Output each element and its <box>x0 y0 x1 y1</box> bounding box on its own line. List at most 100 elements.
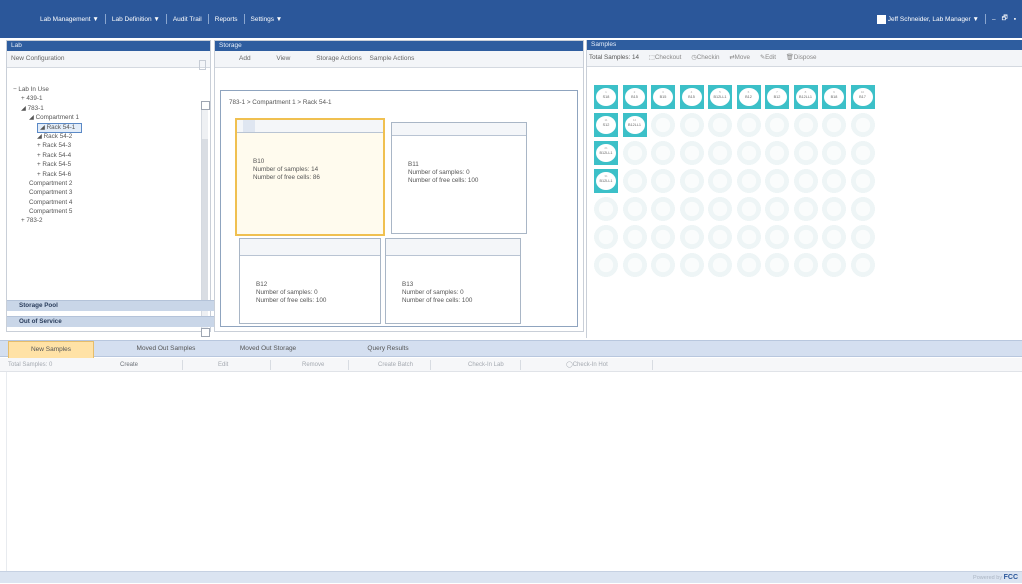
sample-cell-empty[interactable] <box>708 197 732 221</box>
sample-cell-filled[interactable]: 7 B12 <box>765 85 789 109</box>
sample-cell-empty[interactable] <box>793 113 818 137</box>
sample-cell-filled[interactable]: 12 B12LL1 <box>622 113 647 137</box>
menu-reports[interactable]: Reports <box>215 16 238 23</box>
sample-cell-empty[interactable] <box>708 113 732 137</box>
sample-cell-empty[interactable] <box>736 253 761 277</box>
sample-cell-empty[interactable] <box>765 141 789 165</box>
tree-node[interactable]: − Lab In Use <box>9 85 199 94</box>
sample-cell-empty[interactable] <box>622 141 647 165</box>
tab-moved-out-storage[interactable]: Moved Out Storage <box>220 341 316 357</box>
menu-settings[interactable]: Settings ▼ <box>251 16 283 23</box>
tree-node[interactable]: + Rack 54-3 <box>9 141 199 150</box>
sample-cell-empty[interactable] <box>822 113 846 137</box>
sample-cell-empty[interactable] <box>765 169 789 193</box>
tab-new-samples[interactable]: New Samples <box>8 341 94 359</box>
create-button[interactable]: Create <box>120 358 138 372</box>
dispose-button[interactable]: 🗑Dispose <box>786 54 817 61</box>
sample-cell-empty[interactable] <box>708 141 732 165</box>
sample-cell-filled[interactable]: 5 B12LL1 <box>708 85 732 109</box>
sample-cell-empty[interactable] <box>850 197 875 221</box>
sample-cell-empty[interactable] <box>822 197 846 221</box>
sample-cell-empty[interactable] <box>708 169 732 193</box>
sample-cell-empty[interactable] <box>822 169 846 193</box>
menu-lab-management[interactable]: Lab Management ▼ <box>40 16 99 23</box>
menu-lab-definition[interactable]: Lab Definition ▼ <box>112 16 160 23</box>
tab-moved-out-samples[interactable]: Moved Out Samples <box>118 341 214 357</box>
tree-node[interactable]: Compartment 3 <box>9 188 199 197</box>
remove-button[interactable]: Remove <box>302 358 324 372</box>
tree-node[interactable]: Compartment 2 <box>9 179 199 188</box>
tree-node[interactable]: + Rack 54-4 <box>9 151 199 160</box>
sample-cell-empty[interactable] <box>622 169 647 193</box>
sample-cell-empty[interactable] <box>793 225 818 249</box>
sample-cell-empty[interactable] <box>679 141 704 165</box>
tree-node[interactable]: + 783-2 <box>9 216 199 225</box>
sample-cell-filled[interactable]: 3 B15 <box>651 85 675 109</box>
close-button[interactable]: ▪ <box>1014 16 1016 23</box>
tree-node[interactable]: ◢ Compartment 1 <box>9 113 199 122</box>
tree-node[interactable]: ◢ Rack 54-2 <box>9 132 199 141</box>
rack-b10[interactable]: B10 Number of samples: 14 Number of free… <box>235 118 385 236</box>
sample-cell-empty[interactable] <box>793 253 818 277</box>
sample-cell-empty[interactable] <box>594 225 618 249</box>
sample-cell-filled[interactable]: 2 B15 <box>622 85 647 109</box>
sample-cell-empty[interactable] <box>765 225 789 249</box>
storage-actions-button[interactable]: Storage Actions <box>316 55 362 62</box>
sample-cell-empty[interactable] <box>679 225 704 249</box>
tree-node[interactable]: ◢ Rack 54-1 <box>9 122 199 133</box>
sample-cell-empty[interactable] <box>651 253 675 277</box>
sample-cell-empty[interactable] <box>651 197 675 221</box>
group-storage-pool[interactable]: Storage Pool <box>7 300 222 311</box>
sample-cell-empty[interactable] <box>765 253 789 277</box>
edit-sample-button[interactable]: Edit <box>218 358 228 372</box>
sample-cell-empty[interactable] <box>850 113 875 137</box>
rack-b12[interactable]: B12 Number of samples: 0 Number of free … <box>239 238 381 324</box>
create-batch-button[interactable]: Create Batch <box>378 358 413 372</box>
sample-cell-empty[interactable] <box>708 225 732 249</box>
sample-cell-empty[interactable] <box>850 225 875 249</box>
tree-node[interactable]: Compartment 5 <box>9 207 199 216</box>
sample-cell-filled[interactable]: 10 B17 <box>850 85 875 109</box>
sample-cell-empty[interactable] <box>679 253 704 277</box>
sample-cell-empty[interactable] <box>822 253 846 277</box>
sample-cell-filled[interactable]: 9 B18 <box>822 85 846 109</box>
sample-cell-filled[interactable]: 1 S18 <box>594 85 618 109</box>
sample-cell-empty[interactable] <box>679 197 704 221</box>
sample-cell-filled[interactable]: 21 B12LL1 <box>594 141 618 165</box>
sample-cell-empty[interactable] <box>850 169 875 193</box>
sample-cell-empty[interactable] <box>651 113 675 137</box>
sample-cell-empty[interactable] <box>822 141 846 165</box>
tree-node[interactable]: + 439-1 <box>9 94 199 103</box>
sample-actions-button[interactable]: Sample Actions <box>370 55 415 62</box>
sample-cell-empty[interactable] <box>793 197 818 221</box>
sample-cell-empty[interactable] <box>594 253 618 277</box>
view-button[interactable]: View <box>276 55 290 62</box>
sample-cell-empty[interactable] <box>822 225 846 249</box>
menu-audit-trail[interactable]: Audit Trail <box>173 16 202 23</box>
lab-configuration-select[interactable]: New Configuration <box>7 51 210 70</box>
scroll-up-icon[interactable] <box>201 101 210 110</box>
sample-cell-filled[interactable]: 6 B12 <box>736 85 761 109</box>
restore-button[interactable]: 🗗 <box>1002 14 1008 25</box>
check-in-lab-button[interactable]: Check-In Lab <box>468 358 504 372</box>
add-button[interactable]: Add <box>239 55 251 62</box>
tree-node[interactable]: Compartment 4 <box>9 198 199 207</box>
user-menu[interactable]: Jeff Schneider, Lab Manager ▼ <box>888 16 979 23</box>
scroll-thumb[interactable] <box>202 139 208 309</box>
sample-cell-empty[interactable] <box>736 197 761 221</box>
sample-cell-filled[interactable]: 11 S12 <box>594 113 618 137</box>
move-button[interactable]: ⇄Move <box>729 54 750 61</box>
sample-cell-empty[interactable] <box>793 141 818 165</box>
tree-node[interactable]: + Rack 54-6 <box>9 170 199 179</box>
sample-cell-empty[interactable] <box>736 113 761 137</box>
sample-cell-empty[interactable] <box>850 141 875 165</box>
rack-b13[interactable]: B13 Number of samples: 0 Number of free … <box>385 238 521 324</box>
sample-cell-empty[interactable] <box>622 253 647 277</box>
sample-cell-filled[interactable]: 8 B12LL1 <box>793 85 818 109</box>
edit-button[interactable]: ✎Edit <box>760 54 776 61</box>
sample-cell-empty[interactable] <box>765 197 789 221</box>
sample-cell-empty[interactable] <box>651 169 675 193</box>
minimize-button[interactable]: – <box>992 16 996 23</box>
checkout-button[interactable]: ⬚Checkout <box>649 54 682 61</box>
sample-cell-empty[interactable] <box>594 197 618 221</box>
